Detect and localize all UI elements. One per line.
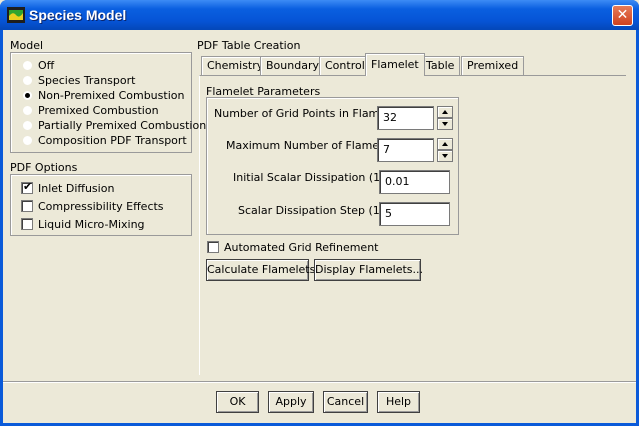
- title-bar[interactable]: Species Model ✕: [0, 0, 639, 30]
- tab-table[interactable]: Table: [420, 56, 461, 75]
- cancel-button[interactable]: Cancel: [323, 391, 368, 413]
- close-icon: ✕: [616, 7, 629, 23]
- grid-points-down-button[interactable]: [437, 118, 453, 130]
- initial-scalar-input[interactable]: 0.01: [379, 170, 450, 194]
- max-flamelets-stepper[interactable]: [437, 138, 453, 162]
- radio-button-premixed[interactable]: [23, 105, 32, 115]
- arrow-down-icon: [442, 154, 448, 158]
- help-button[interactable]: Help: [377, 391, 420, 413]
- arrow-up-icon: [442, 142, 448, 146]
- max-flamelets-up-button[interactable]: [437, 138, 453, 150]
- model-option-partially-premixed[interactable]: Partially Premixed Combustion: [23, 119, 206, 135]
- pdf-table-creation-label: PDF Table Creation: [197, 39, 301, 52]
- compressibility-option[interactable]: Compressibility Effects: [21, 200, 164, 216]
- ok-button[interactable]: OK: [216, 391, 259, 413]
- grid-points-input[interactable]: 32: [377, 106, 434, 130]
- liquid-micro-mixing-option[interactable]: Liquid Micro-Mixing: [21, 218, 145, 234]
- model-option-label: Species Transport: [38, 74, 136, 87]
- grid-points-label: Number of Grid Points in Flamelet: [214, 107, 401, 120]
- model-option-label: Premixed Combustion: [38, 104, 159, 117]
- radio-button-off[interactable]: [23, 60, 32, 70]
- footer-separator: [3, 381, 636, 383]
- model-group-label: Model: [10, 39, 44, 52]
- pdf-options-label: PDF Options: [10, 161, 78, 174]
- compressibility-label: Compressibility Effects: [38, 200, 164, 213]
- model-option-non-premixed[interactable]: Non-Premixed Combustion: [23, 89, 184, 105]
- initial-scalar-label: Initial Scalar Dissipation (1/s): [233, 171, 394, 184]
- model-option-label: Partially Premixed Combustion: [38, 119, 207, 132]
- close-button[interactable]: ✕: [612, 5, 633, 26]
- dialog-client-area: Model Off Species Transport Non-Premixed…: [3, 30, 636, 423]
- tab-flamelet[interactable]: Flamelet: [365, 53, 425, 76]
- arrow-up-icon: [442, 110, 448, 114]
- model-option-species-transport[interactable]: Species Transport: [23, 74, 135, 90]
- grid-points-stepper[interactable]: [437, 106, 453, 130]
- compressibility-checkbox[interactable]: [21, 200, 33, 212]
- model-option-composition-pdf[interactable]: Composition PDF Transport: [23, 134, 187, 150]
- calculate-flamelets-button[interactable]: Calculate Flamelets: [206, 259, 315, 281]
- radio-button-composition-pdf[interactable]: [23, 135, 32, 145]
- window-title: Species Model: [29, 7, 127, 23]
- scalar-step-label: Scalar Dissipation Step (1/s): [238, 204, 394, 217]
- apply-button[interactable]: Apply: [268, 391, 314, 413]
- liquid-micro-mixing-label: Liquid Micro-Mixing: [38, 218, 145, 231]
- tab-boundary[interactable]: Boundary: [260, 56, 325, 75]
- model-option-premixed[interactable]: Premixed Combustion: [23, 104, 159, 120]
- radio-button-partially-premixed[interactable]: [23, 120, 32, 130]
- radio-button-species-transport[interactable]: [23, 75, 32, 85]
- display-flamelets-button[interactable]: Display Flamelets...: [314, 259, 423, 281]
- inlet-diffusion-checkbox[interactable]: [21, 180, 33, 194]
- tab-control[interactable]: Control: [319, 56, 371, 75]
- arrow-down-icon: [442, 122, 448, 126]
- max-flamelets-input[interactable]: 7: [377, 138, 434, 162]
- species-model-window: Species Model ✕ Model Off Species Transp…: [0, 0, 639, 426]
- scalar-step-input[interactable]: 5: [379, 202, 450, 226]
- fluent-app-icon: [7, 7, 25, 23]
- model-option-label: Non-Premixed Combustion: [38, 89, 185, 102]
- max-flamelets-label: Maximum Number of Flamelets: [226, 139, 399, 152]
- max-flamelets-down-button[interactable]: [437, 150, 453, 162]
- grid-points-up-button[interactable]: [437, 106, 453, 118]
- auto-grid-refinement-label: Automated Grid Refinement: [224, 241, 379, 254]
- inlet-diffusion-option[interactable]: Inlet Diffusion: [21, 180, 115, 198]
- model-option-label: Off: [38, 59, 55, 72]
- auto-grid-refinement-checkbox[interactable]: [207, 241, 219, 253]
- liquid-micro-mixing-checkbox[interactable]: [21, 218, 33, 230]
- radio-button-non-premixed[interactable]: [23, 90, 32, 100]
- model-option-label: Composition PDF Transport: [38, 134, 187, 147]
- model-option-off[interactable]: Off: [23, 59, 54, 75]
- inlet-diffusion-label: Inlet Diffusion: [38, 182, 115, 195]
- auto-grid-refinement-option[interactable]: Automated Grid Refinement: [207, 241, 379, 257]
- tab-premixed[interactable]: Premixed: [461, 56, 525, 75]
